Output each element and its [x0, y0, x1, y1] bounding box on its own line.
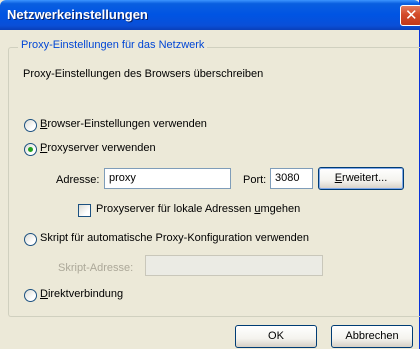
bypass-local-label[interactable]: Proxyserver für lokale Adressen umgehen	[96, 203, 300, 215]
override-label: Proxy-Einstellungen des Browsers übersch…	[23, 68, 264, 80]
script-address-input[interactable]	[145, 255, 323, 276]
close-icon: ✕	[405, 6, 418, 24]
group-legend: Proxy-Einstellungen für das Netzwerk	[18, 39, 208, 51]
radio-selected-dot	[28, 147, 33, 152]
radio-browser-settings[interactable]	[24, 119, 37, 132]
cancel-button[interactable]: Abbrechen	[331, 325, 413, 348]
radio-browser-settings-label[interactable]: Browser-Einstellungen verwenden	[40, 118, 207, 130]
radio-auto-config-script-label[interactable]: Skript für automatische Proxy-Konfigurat…	[40, 232, 309, 244]
proxy-port-input[interactable]: 3080	[270, 168, 313, 189]
radio-direct-connection[interactable]	[24, 289, 37, 302]
network-settings-dialog: Netzwerkeinstellungen ✕ Proxy-Einstellun…	[0, 0, 420, 349]
script-address-label: Skript-Adresse:	[58, 262, 134, 274]
radio-proxy-server[interactable]	[24, 143, 37, 156]
title-bar[interactable]: Netzwerkeinstellungen ✕	[0, 0, 420, 30]
radio-proxy-server-label[interactable]: Proxyserver verwenden	[40, 142, 156, 154]
radio-direct-connection-label[interactable]: Direktverbindung	[40, 288, 123, 300]
advanced-button[interactable]: Erweitert...	[318, 167, 404, 190]
close-button[interactable]: ✕	[400, 5, 420, 26]
window-title: Netzwerkeinstellungen	[7, 7, 148, 22]
port-label: Port:	[243, 174, 267, 186]
proxy-address-input[interactable]: proxy	[104, 168, 231, 189]
address-label: Adresse:	[56, 174, 100, 186]
ok-button[interactable]: OK	[235, 325, 317, 348]
radio-auto-config-script[interactable]	[24, 233, 37, 246]
bypass-local-checkbox[interactable]	[78, 204, 91, 217]
